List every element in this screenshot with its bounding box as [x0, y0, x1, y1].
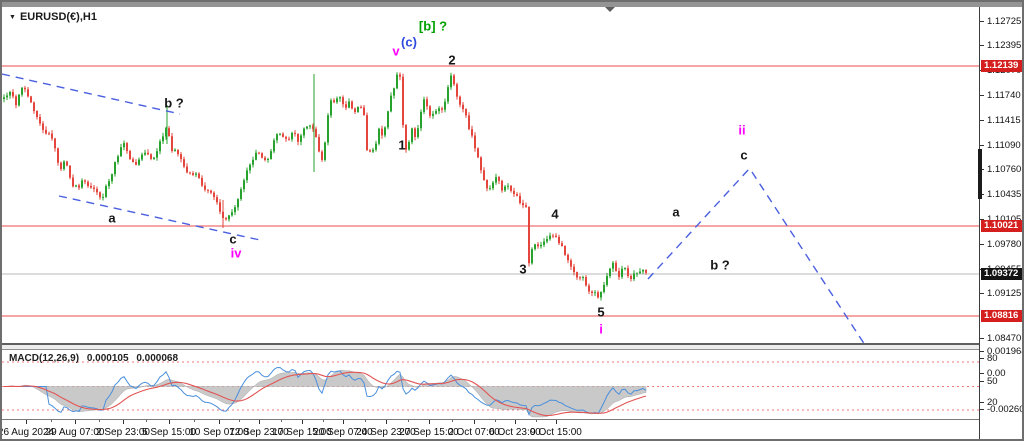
- time-axis-minor-tick: [146, 420, 147, 422]
- wave-label-b[interactable]: b ?: [710, 258, 730, 273]
- time-axis-minor-tick: [99, 420, 100, 422]
- time-axis-minor-tick: [51, 420, 52, 422]
- wave-label-[b][interactable]: [b] ?: [419, 19, 447, 34]
- wave-label-c[interactable]: c: [229, 232, 236, 247]
- axis-tick: [980, 381, 984, 382]
- time-axis-tick: [123, 420, 124, 424]
- wave-label-ii[interactable]: ii: [738, 123, 745, 138]
- candlesticks: [3, 72, 647, 300]
- price-axis-label: 1.11090: [987, 140, 1021, 151]
- time-axis-tick: [169, 420, 170, 424]
- price-level-badge: 1.12139: [981, 60, 1024, 72]
- time-axis-minor-tick: [323, 420, 324, 422]
- panel-splitter[interactable]: [2, 343, 1024, 350]
- axis-tick: [980, 293, 984, 294]
- price-axis-label: 1.12725: [987, 16, 1021, 27]
- price-axis-label: 1.10760: [987, 164, 1021, 175]
- wave-label-b[interactable]: b ?: [164, 96, 184, 111]
- time-axis[interactable]: 26 Aug 202429 Aug 07:002 Sep 23:005 Sep …: [2, 419, 979, 441]
- symbol-label-text: EURUSD(€),H1: [20, 11, 97, 23]
- wave-label-2[interactable]: 2: [448, 53, 455, 68]
- price-level-badge: 1.08816: [981, 310, 1024, 322]
- indicator-name: MACD(12,26,9): [9, 353, 79, 364]
- price-axis-label: 1.11415: [987, 115, 1021, 126]
- wave-label-i[interactable]: i: [599, 322, 603, 337]
- indicator-axis-label: 50: [987, 376, 998, 387]
- time-axis-tick: [259, 420, 260, 424]
- axis-tick: [980, 21, 984, 22]
- indicator-value-1: 0.000105: [87, 353, 129, 364]
- price-axis-label: 1.11740: [987, 90, 1021, 101]
- time-axis-tick: [75, 420, 76, 424]
- price-axis-thumb[interactable]: [978, 149, 982, 199]
- axis-tick: [980, 402, 984, 403]
- time-axis-tick: [302, 420, 303, 424]
- time-axis-tick: [219, 420, 220, 424]
- indicator-axis-label: 80: [987, 353, 998, 364]
- chart-scrollbar[interactable]: [2, 2, 1022, 7]
- wave-label-c[interactable]: c: [740, 148, 747, 163]
- time-axis-minor-tick: [194, 420, 195, 422]
- axis-tick: [980, 145, 984, 146]
- price-axis[interactable]: 1.127251.123951.120701.117401.114151.110…: [979, 2, 1024, 441]
- time-axis-minor-tick: [536, 420, 537, 422]
- time-axis-minor-tick: [452, 420, 453, 422]
- time-axis-label: 9 Oct 15:00: [530, 427, 582, 438]
- time-axis-tick: [429, 420, 430, 424]
- time-axis-minor-tick: [408, 420, 409, 422]
- time-axis-tick: [515, 420, 516, 424]
- time-axis-tick: [556, 420, 557, 424]
- time-axis-minor-tick: [281, 420, 282, 422]
- axis-tick: [980, 338, 984, 339]
- time-axis-tick: [26, 420, 27, 424]
- wave-label-(c)[interactable]: (c): [401, 35, 417, 50]
- candlestick-chart[interactable]: [2, 2, 979, 343]
- time-axis-label: 5 Sep 15:00: [142, 427, 196, 438]
- price-axis-label: 1.09125: [987, 288, 1021, 299]
- wave-label-1[interactable]: 1: [398, 138, 405, 153]
- axis-tick: [980, 244, 984, 245]
- wave-label-a[interactable]: a: [672, 205, 679, 220]
- axis-tick: [980, 351, 984, 352]
- wave-label-iv[interactable]: iv: [231, 246, 242, 261]
- price-chart-area[interactable]: ▼ EURUSD(€),H1 [b] ?(c)v21b ?aciv345iab …: [2, 2, 979, 343]
- projection-line-up[interactable]: [648, 169, 749, 279]
- axis-tick: [980, 358, 984, 359]
- indicator-axis-label: -0.002607: [987, 404, 1024, 415]
- time-axis-minor-tick: [365, 420, 366, 422]
- macd-panel[interactable]: MACD(12,26,9) 0.000105 0.000068: [2, 350, 979, 419]
- axis-tick: [980, 95, 984, 96]
- axis-tick: [980, 373, 984, 374]
- wave-label-5[interactable]: 5: [597, 305, 604, 320]
- time-axis-tick: [474, 420, 475, 424]
- time-axis-minor-tick: [239, 420, 240, 422]
- time-axis-tick: [386, 420, 387, 424]
- chart-window: ▼ EURUSD(€),H1 [b] ?(c)v21b ?aciv345iab …: [0, 0, 1024, 441]
- axis-tick: [980, 45, 984, 46]
- price-axis-label: 1.12395: [987, 40, 1021, 51]
- price-axis-label: 1.10435: [987, 189, 1021, 200]
- projection-line-down[interactable]: [752, 172, 865, 343]
- price-axis-label: 1.09780: [987, 239, 1021, 250]
- time-axis-tick: [343, 420, 344, 424]
- wave-label-a[interactable]: a: [108, 211, 115, 226]
- indicator-value-2: 0.000068: [136, 353, 178, 364]
- price-level-badge: 1.10021: [981, 220, 1024, 232]
- price-axis-label: 1.08470: [987, 333, 1021, 344]
- axis-tick: [980, 409, 984, 410]
- wave-label-3[interactable]: 3: [519, 262, 526, 277]
- time-axis-minor-tick: [495, 420, 496, 422]
- indicator-name-label: MACD(12,26,9) 0.000105 0.000068: [9, 353, 183, 364]
- wave-label-v[interactable]: v: [392, 44, 399, 59]
- symbol-timeframe-label[interactable]: ▼ EURUSD(€),H1: [9, 11, 97, 23]
- axis-tick: [980, 120, 984, 121]
- symbol-dropdown-icon[interactable]: ▼: [9, 14, 16, 21]
- current-price-badge: 1.09372: [981, 268, 1024, 280]
- wave-label-4[interactable]: 4: [551, 207, 558, 222]
- scroll-position-marker-icon[interactable]: [605, 7, 615, 12]
